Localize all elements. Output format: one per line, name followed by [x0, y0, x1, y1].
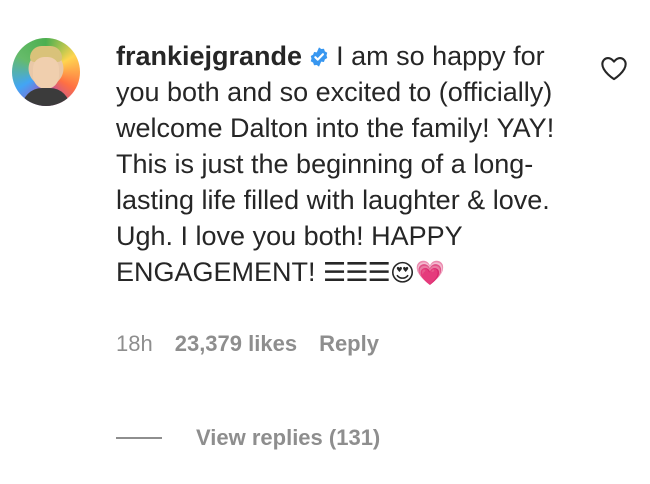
username-link[interactable]: frankiejgrande: [116, 41, 302, 71]
comment-timestamp[interactable]: 18h: [116, 331, 153, 357]
avatar[interactable]: [12, 38, 80, 106]
replies-divider-line: [116, 437, 162, 439]
reply-button[interactable]: Reply: [319, 331, 379, 357]
comment-text: I am so happy for you both and so excite…: [116, 41, 555, 287]
likes-count[interactable]: 23,379 likes: [175, 331, 297, 357]
heart-icon[interactable]: [600, 55, 628, 81]
avatar-face: [33, 57, 59, 89]
comment-meta: 18h 23,379 likes Reply: [116, 331, 586, 357]
emoji-glyphs: 😍💗: [389, 259, 445, 287]
comment-text-block: frankiejgrande I am so happy for you bot…: [116, 38, 586, 291]
verified-badge-icon: [310, 47, 328, 67]
block-glyphs: ☰☰☰: [323, 258, 391, 288]
avatar-shirt: [22, 88, 70, 106]
view-replies-button[interactable]: View replies (131): [116, 425, 380, 451]
view-replies-label: View replies (131): [196, 425, 381, 450]
comment-body: frankiejgrande I am so happy for you bot…: [116, 38, 586, 357]
